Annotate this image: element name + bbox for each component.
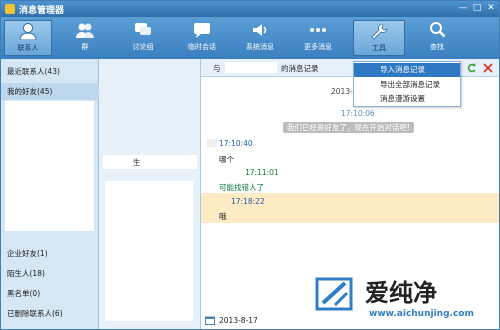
group-icon — [76, 23, 94, 38]
wrench-icon — [371, 23, 388, 40]
menu-import-records[interactable]: 导入消息记录 — [354, 63, 460, 77]
message-time: 17:11:01 — [245, 168, 279, 177]
message-text: 哦 — [219, 212, 227, 221]
highlighted-message[interactable]: 17:18:22 哦 — [201, 193, 499, 223]
minimize-button[interactable]: — — [457, 3, 469, 14]
contact-group-panel: 最近联系人(43) 我的好友(45) 企业好友(1) 陌生人(18) 黑名单(0… — [1, 59, 99, 329]
group-enterprise-friends[interactable]: 企业好友(1) — [1, 245, 99, 262]
contact-list[interactable] — [105, 181, 193, 321]
watermark-logo: 爱纯净 www.aichunjing.com — [311, 269, 497, 327]
contact-list-panel: 生 — [99, 59, 201, 329]
contact-name-redacted — [225, 62, 277, 73]
message-time: 17:10:40 — [219, 139, 253, 148]
message-time: 17:10:06 — [341, 109, 375, 118]
message-text: 可能找错人了 — [219, 183, 264, 192]
search-icon — [430, 22, 446, 38]
discussion-icon — [135, 23, 151, 35]
sender-redacted — [207, 139, 217, 147]
close-button[interactable]: ✕ — [485, 3, 497, 14]
message-time: 17:18:22 — [231, 197, 265, 206]
date-footer: 2013-8-17 — [219, 316, 258, 325]
group-blacklist[interactable]: 黑名单(0) — [1, 285, 99, 302]
speaker-icon — [253, 24, 267, 36]
temp-chat-icon — [194, 23, 210, 38]
title-bar[interactable]: 消息管理器 — □ ✕ — [1, 1, 499, 17]
app-icon — [5, 4, 15, 14]
watermark-url: www.aichunjing.com — [369, 309, 474, 319]
refresh-icon[interactable] — [467, 63, 477, 73]
friends-list[interactable] — [5, 101, 94, 231]
more-icon — [310, 28, 326, 32]
tab-tools[interactable]: 工具 — [353, 20, 405, 56]
group-recent-contacts[interactable]: 最近联系人(43) — [1, 63, 99, 80]
message-manager-window: 消息管理器 — □ ✕ 联系人 群 讨论组 临时会话 系统消息 更多消息 工具 … — [0, 0, 500, 330]
header-prefix: 与 — [213, 64, 221, 73]
tab-more-messages[interactable]: 更多消息 — [293, 20, 343, 56]
delete-icon[interactable] — [483, 63, 493, 73]
tools-menu: 导入消息记录 导出全部消息记录 消息漫游设置 — [353, 61, 461, 107]
menu-export-all-records[interactable]: 导出全部消息记录 — [354, 78, 460, 92]
group-my-friends[interactable]: 我的好友(45) — [1, 83, 99, 100]
tab-system-messages[interactable]: 系统消息 — [235, 20, 285, 56]
tab-contacts[interactable]: 联系人 — [4, 20, 52, 56]
tab-temp-chat[interactable]: 临时会话 — [176, 20, 228, 56]
system-message: 我们已经是好友了，现在开始对话吧! — [283, 122, 415, 133]
group-deleted-contacts[interactable]: 已删除联系人(6) — [1, 305, 99, 322]
date-separator: 2013- — [331, 87, 353, 96]
tab-discussion[interactable]: 讨论组 — [119, 20, 167, 56]
watermark-brand: 爱纯净 — [365, 279, 437, 307]
tab-group[interactable]: 群 — [63, 20, 107, 56]
menu-roaming-settings[interactable]: 消息漫游设置 — [354, 92, 460, 106]
toolbar: 联系人 群 讨论组 临时会话 系统消息 更多消息 工具 查找 — [1, 17, 499, 59]
calendar-icon[interactable] — [205, 316, 215, 325]
maximize-button[interactable]: □ — [471, 3, 483, 14]
window-title: 消息管理器 — [19, 6, 65, 16]
brand-logo-icon — [315, 277, 353, 311]
contact-icon — [19, 23, 37, 40]
contact-item[interactable]: 生 — [103, 155, 197, 169]
header-suffix: 的消息记录 — [281, 64, 319, 73]
message-text: 哪个 — [219, 155, 234, 164]
contact-name: 生 — [133, 158, 141, 167]
group-strangers[interactable]: 陌生人(18) — [1, 265, 99, 282]
tab-search[interactable]: 查找 — [415, 20, 459, 56]
